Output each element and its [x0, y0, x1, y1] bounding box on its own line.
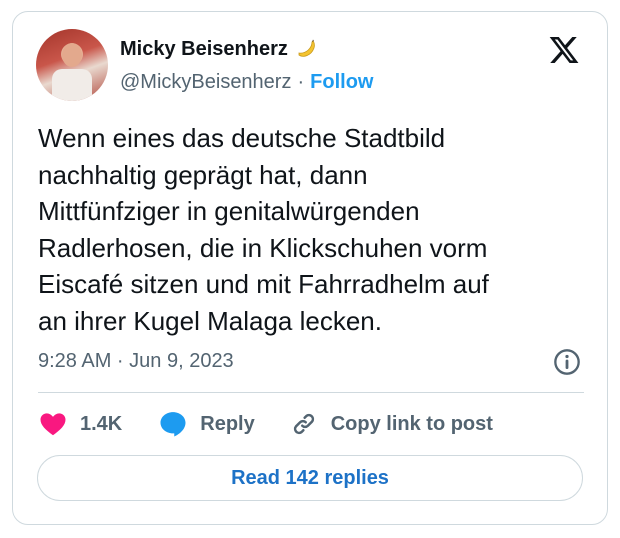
- info-icon[interactable]: [553, 348, 581, 376]
- read-replies-label: Read 142 replies: [231, 466, 389, 489]
- heart-icon: [40, 413, 66, 436]
- author-name[interactable]: Micky Beisenherz: [120, 38, 288, 61]
- link-icon: [293, 413, 314, 435]
- reply-bubble-icon: [160, 412, 186, 437]
- author-handle[interactable]: @MickyBeisenherz: [120, 71, 291, 94]
- author-name-row: Micky Beisenherz: [120, 37, 318, 61]
- like-button[interactable]: 1.4K: [38, 409, 122, 439]
- follow-button[interactable]: Follow: [310, 71, 373, 94]
- x-logo-icon[interactable]: [548, 34, 580, 66]
- reply-button[interactable]: Reply: [158, 409, 255, 439]
- copy-link-label: Copy link to post: [330, 412, 493, 435]
- read-replies-button[interactable]: Read 142 replies: [37, 455, 583, 501]
- like-count: 1.4K: [80, 412, 123, 435]
- divider: [38, 392, 584, 393]
- author-handle-row: @MickyBeisenherz · Follow: [120, 71, 373, 94]
- banana-icon: [298, 39, 315, 57]
- action-bar: 1.4K Reply Copy link to post: [38, 406, 493, 442]
- reply-label: Reply: [200, 412, 255, 435]
- tweet-timestamp[interactable]: 9:28 AM · Jun 9, 2023: [38, 350, 234, 373]
- avatar[interactable]: [36, 29, 108, 101]
- tweet-text: Wenn eines das deutsche Stadtbild nachha…: [38, 123, 489, 336]
- separator-dot: ·: [297, 71, 305, 93]
- copy-link-button[interactable]: Copy link to post: [289, 409, 493, 439]
